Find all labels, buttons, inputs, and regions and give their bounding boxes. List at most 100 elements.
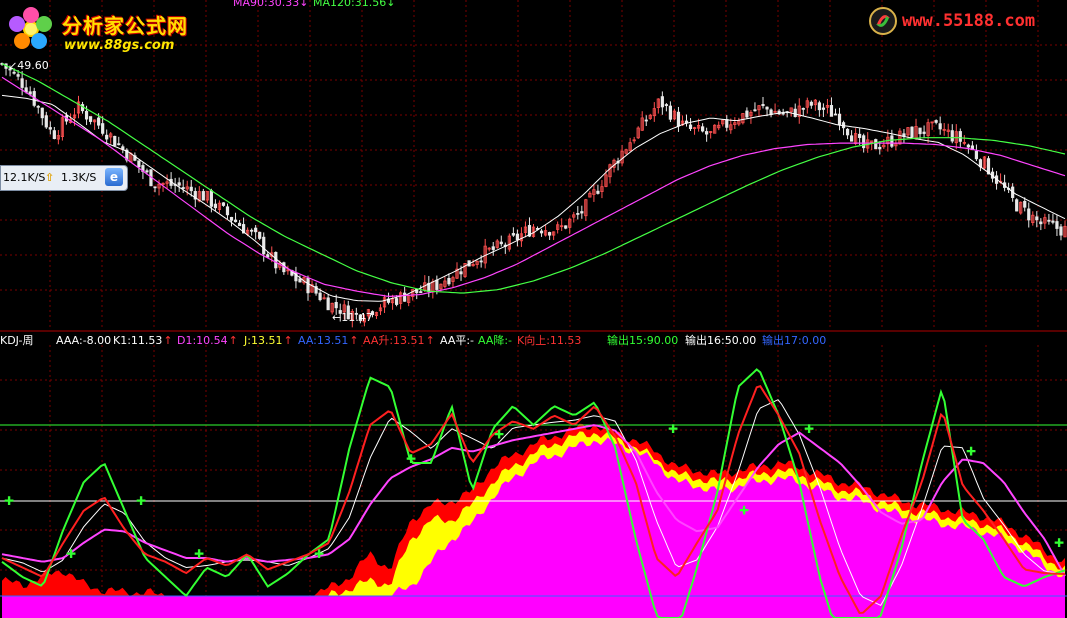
- candle-body: [1051, 220, 1055, 223]
- up-arrow-icon: ↑: [283, 334, 292, 347]
- candle-body: [137, 160, 141, 168]
- cross-marker: ✚: [494, 428, 504, 442]
- candle-body: [765, 106, 769, 110]
- indicator-legend-item: 输出17:0.00: [762, 333, 826, 347]
- candle-body: [117, 143, 121, 146]
- candle-body: [950, 130, 954, 142]
- indicator-legend-item: AA升:13.51: [363, 334, 425, 347]
- candle-body: [145, 170, 149, 173]
- indicator-legend-item: K向上:11.53: [517, 333, 581, 347]
- indicator-legend-item: D1:10.54: [177, 334, 228, 347]
- indicator-legend-item: K1:11.53: [113, 334, 162, 347]
- candle-body: [705, 131, 709, 135]
- cross-marker: ✚: [804, 422, 814, 436]
- upload-speed: 1.3K/S: [61, 171, 97, 184]
- indicator-legend-item: AAA:-8.00: [56, 334, 111, 347]
- candle-body: [105, 134, 109, 140]
- candle-body: [845, 128, 850, 136]
- candle-body: [958, 131, 962, 142]
- candle-body: [1039, 221, 1043, 225]
- candle-body: [829, 105, 834, 117]
- candle-body: [447, 277, 451, 285]
- candle-body: [801, 107, 805, 110]
- candle-body: [664, 104, 668, 106]
- candle-body: [753, 109, 757, 112]
- logo-url[interactable]: www.88gs.com: [64, 38, 174, 53]
- up-arrow-icon: ↑: [163, 334, 172, 347]
- candle-body: [266, 254, 270, 258]
- candle-body: [539, 230, 544, 234]
- indicator-legend: KDJ-周 AAA:-8.00 K1:11.53 ↑ D1:10.54 ↑ J:13.51 ↑…: [0, 333, 826, 347]
- candle-body: [262, 236, 266, 255]
- cross-marker: ✚: [739, 504, 749, 518]
- logo-url-right[interactable]: www.55188.com: [902, 11, 1035, 31]
- candle-body: [1035, 216, 1039, 221]
- candle-body: [213, 203, 218, 209]
- candle-body: [910, 126, 914, 138]
- indicator-legend-item: AA降:-: [478, 333, 512, 347]
- candle-body: [334, 302, 338, 309]
- cross-marker: ✚: [406, 452, 416, 466]
- up-arrow-icon: ↑: [426, 334, 435, 347]
- candle-body: [668, 105, 673, 120]
- candle-body: [52, 130, 56, 139]
- candle-body: [403, 292, 407, 302]
- candle-body: [1015, 199, 1019, 212]
- candle-body: [237, 222, 242, 227]
- logo-88gs[interactable]: 分析家公式网 www.88gs.com: [4, 4, 204, 53]
- high-price-label: ↙49.60: [8, 59, 49, 72]
- swirl-logo-icon: [869, 7, 897, 35]
- candle-body: [394, 298, 399, 305]
- candle-body: [849, 135, 854, 142]
- candle-body: [12, 71, 16, 74]
- candle-body: [580, 211, 584, 214]
- candle-body: [28, 91, 32, 95]
- top-legend-item: MA120:31.56↓: [313, 0, 395, 9]
- candle-body: [660, 96, 664, 108]
- candle-body: [189, 186, 193, 192]
- candle-body: [644, 119, 648, 122]
- candle-body: [918, 127, 922, 135]
- candle-body: [1059, 226, 1063, 236]
- candle-body: [688, 124, 693, 130]
- candle-body: [809, 101, 813, 106]
- candle-body: [1047, 219, 1051, 222]
- candle-body: [113, 135, 117, 146]
- candle-body: [890, 135, 894, 147]
- candle-body: [233, 219, 238, 223]
- stock-chart: ✚ ✚ ✚ ✚ ✚ ✚ ✚ ✚ ✚ ✚ ✚ ✚ MA90:30.33↓ MA120:31.56↓ KDJ…: [0, 0, 1067, 618]
- network-speed-widget[interactable]: 12.1K/S ⇧ 1.3K/S e: [0, 165, 128, 191]
- candle-body: [781, 112, 785, 115]
- upload-arrow-icon: ⇧: [45, 171, 55, 184]
- candle-body: [548, 232, 552, 236]
- candle-body: [44, 115, 48, 128]
- logo-55188[interactable]: www.55188.com: [868, 6, 1064, 36]
- candle-body: [16, 74, 20, 77]
- candle-body: [966, 144, 970, 148]
- top-legend: MA90:30.33↓ MA120:31.56↓: [233, 0, 395, 9]
- candle-body: [298, 278, 302, 283]
- candle-body: [499, 241, 503, 245]
- browser-icon[interactable]: e: [105, 168, 123, 186]
- candle-body: [40, 107, 44, 119]
- candle-body: [821, 107, 826, 110]
- top-legend-item: MA90:30.33↓: [233, 0, 308, 9]
- indicator-legend-item: AA平:-: [440, 334, 474, 347]
- cross-marker: ✚: [66, 547, 76, 561]
- flower-logo-icon: [9, 7, 52, 49]
- candle-body: [878, 146, 882, 150]
- candle-body: [306, 277, 310, 294]
- candle-body: [491, 246, 495, 250]
- candle-body: [459, 271, 463, 275]
- candle-body: [479, 260, 483, 263]
- candle-body: [221, 202, 226, 206]
- candle-body: [209, 190, 213, 207]
- cross-marker: ✚: [966, 445, 976, 459]
- candle-body: [153, 186, 157, 189]
- candle-body: [274, 252, 278, 269]
- up-arrow-icon: ↑: [349, 334, 358, 347]
- candle-body: [84, 110, 89, 120]
- logo-title: 分析家公式网: [62, 14, 188, 38]
- candle-body: [250, 229, 254, 232]
- candle-body: [48, 127, 52, 130]
